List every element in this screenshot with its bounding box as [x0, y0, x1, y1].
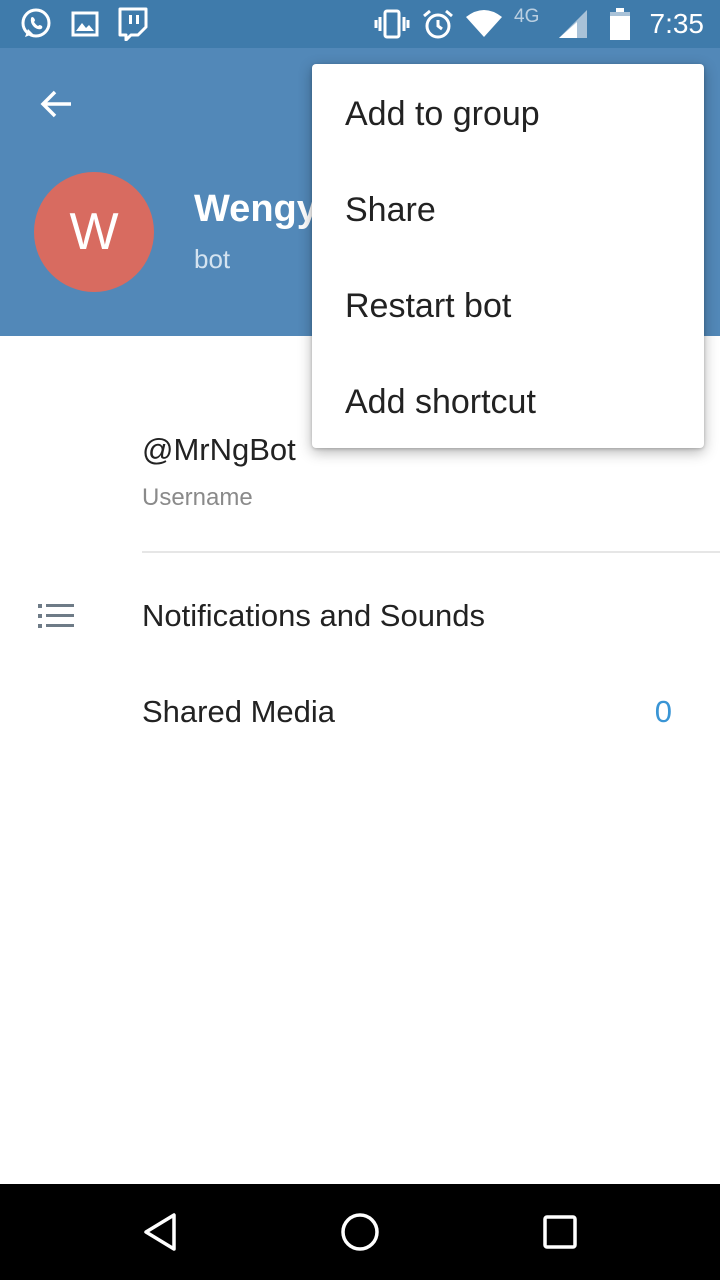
circle-home-icon: [341, 1213, 379, 1251]
shared-media-label: Shared Media: [142, 694, 336, 729]
vibrate-icon: [372, 6, 412, 42]
arrow-left-icon: [40, 90, 71, 118]
menu-item-add-shortcut[interactable]: Add shortcut: [312, 354, 704, 450]
list-icon: [38, 604, 74, 628]
avatar[interactable]: W: [34, 172, 154, 292]
battery-icon: [604, 6, 636, 42]
back-button[interactable]: [20, 80, 92, 128]
profile-status: bot: [194, 244, 231, 274]
shared-media-row[interactable]: Shared Media 0: [0, 664, 720, 760]
divider: [142, 551, 720, 553]
nav-back-button[interactable]: [100, 1202, 220, 1262]
menu-item-restart-bot[interactable]: Restart bot: [312, 258, 704, 354]
whatsapp-icon: [16, 6, 56, 42]
twitch-icon: [114, 6, 150, 42]
menu-item-share[interactable]: Share: [312, 162, 704, 258]
square-recents-icon: [543, 1215, 577, 1249]
network-type: 4G: [514, 6, 540, 27]
clock: 7:35: [649, 8, 705, 39]
username-value: @MrNgBot: [142, 432, 296, 467]
shared-media-count: 0: [654, 694, 672, 729]
nav-recents-button[interactable]: [500, 1202, 620, 1262]
menu-item-add-to-group[interactable]: Add to group: [312, 66, 704, 162]
overflow-menu: Add to group Share Restart bot Add short…: [312, 64, 704, 448]
profile-name: Wengy: [194, 188, 318, 230]
avatar-letter: W: [69, 203, 119, 261]
gallery-icon: [68, 6, 102, 42]
navigation-bar: [0, 1184, 720, 1280]
status-bar: 4G 7:35: [0, 0, 720, 48]
notifications-label: Notifications and Sounds: [142, 598, 485, 633]
alarm-icon: [420, 6, 456, 42]
triangle-back-icon: [144, 1213, 176, 1251]
signal-icon: [552, 6, 592, 42]
nav-home-button[interactable]: [300, 1202, 420, 1262]
username-label: Username: [142, 484, 253, 511]
wifi-icon: [462, 6, 506, 42]
notifications-row[interactable]: Notifications and Sounds: [0, 568, 720, 664]
